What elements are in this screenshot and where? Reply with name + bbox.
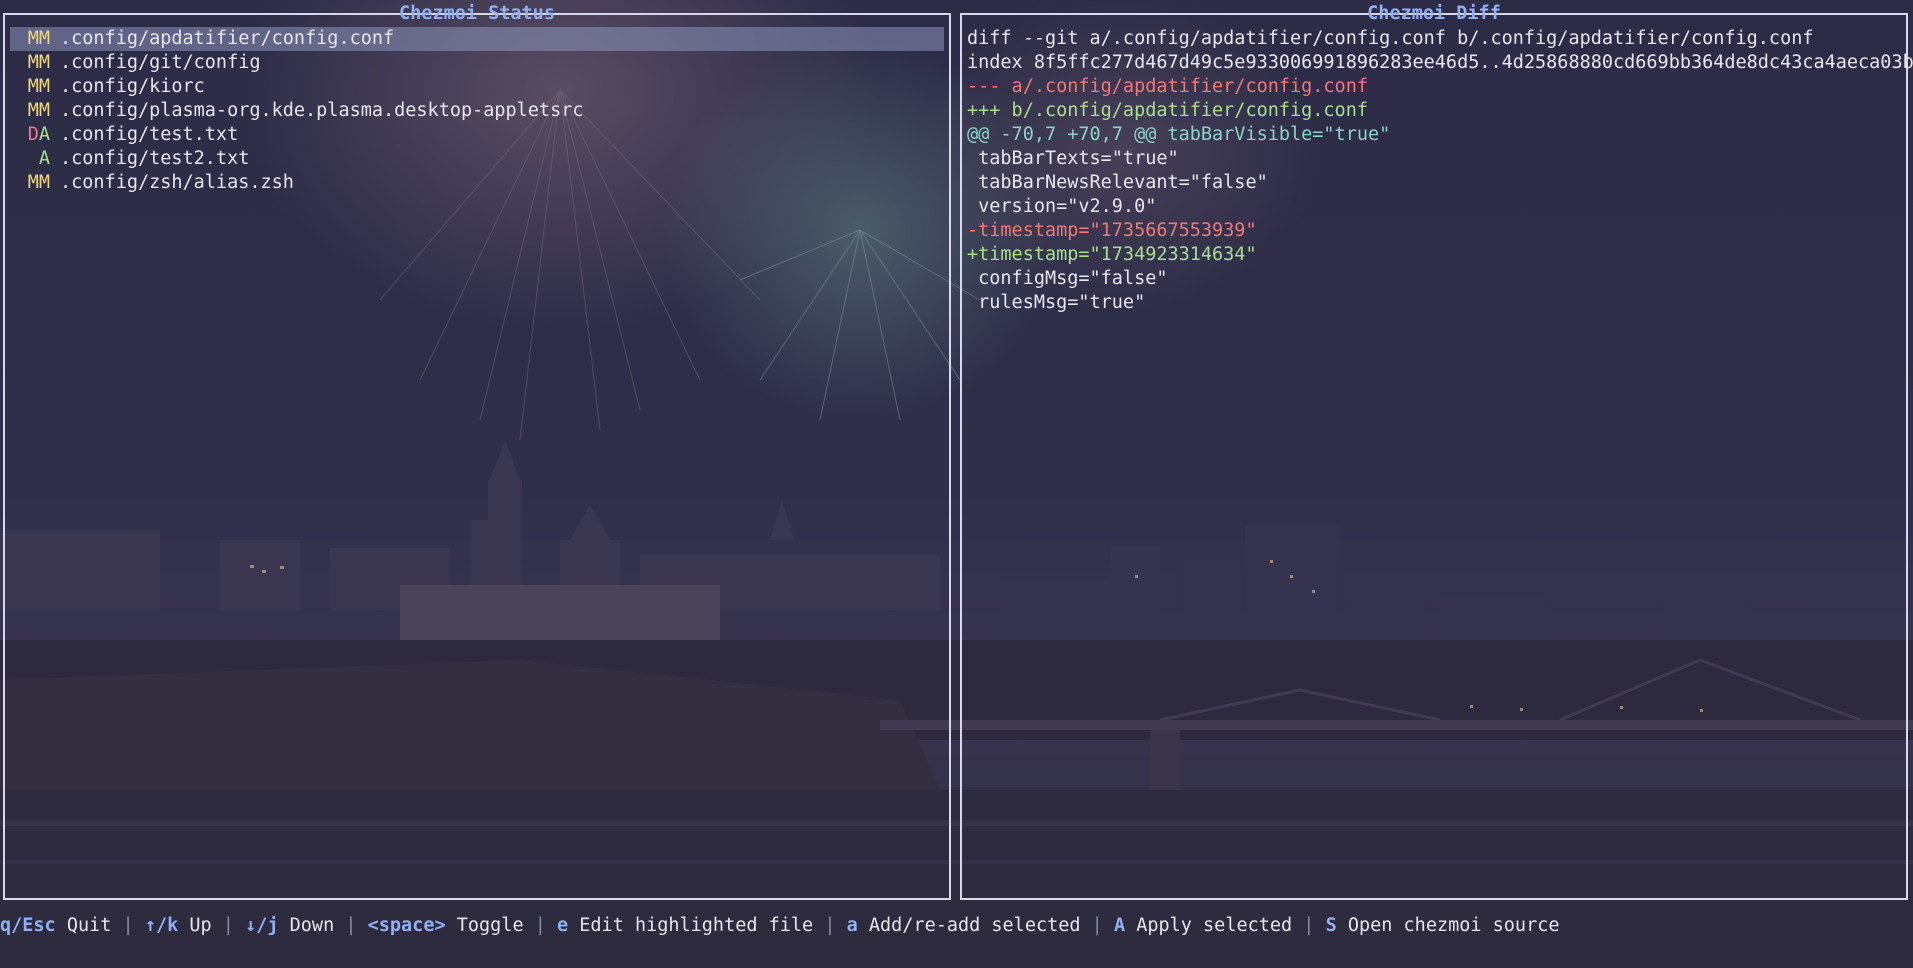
diff-line-ctx: tabBarNewsRelevant="false" <box>967 172 1268 193</box>
keybinding-key: S <box>1325 915 1337 936</box>
diff-content: diff --git a/.config/apdatifier/config.c… <box>967 27 1913 315</box>
status-code-target: M <box>38 28 50 49</box>
diff-line-plus: +++ b/.config/apdatifier/config.conf <box>967 100 1368 121</box>
status-code-target: M <box>38 52 50 73</box>
status-file-row[interactable]: MM .config/git/config <box>10 51 944 75</box>
diff-line-minus: --- a/.config/apdatifier/config.conf <box>967 76 1368 97</box>
keybinding-key: ↓/j <box>245 915 279 936</box>
status-file-row[interactable]: DA .config/test.txt <box>10 123 944 147</box>
status-code-target: M <box>38 76 50 97</box>
status-file-row[interactable]: MM .config/plasma-org.kde.plasma.desktop-… <box>10 99 944 123</box>
status-file-path: .config/test.txt <box>60 124 239 145</box>
status-file-path: .config/git/config <box>60 52 261 73</box>
status-file-row[interactable]: MM .config/zsh/alias.zsh <box>10 171 944 195</box>
status-code-target: M <box>38 100 50 121</box>
keybinding-description: Add/re-add selected <box>868 915 1081 936</box>
diff-line-plus: +timestamp="1734923314634" <box>967 244 1257 265</box>
status-file-row[interactable]: A .config/test2.txt <box>10 147 944 171</box>
diff-pane-title-bar: Chezmoi Diff <box>962 2 1906 26</box>
keybinding-separator: | <box>1292 915 1326 936</box>
diff-line-ctx: version="v2.9.0" <box>967 196 1157 217</box>
keybinding-separator: | <box>523 915 557 936</box>
status-code: MM <box>10 27 60 51</box>
status-file-path: .config/plasma-org.kde.plasma.desktop-ap… <box>60 100 584 121</box>
status-code: MM <box>10 171 60 195</box>
status-code: A <box>10 147 60 171</box>
keybinding-key: <space> <box>367 915 446 936</box>
keybinding-separator: | <box>334 915 368 936</box>
status-pane-title: Chezmoi Status <box>399 3 555 24</box>
status-code-source: M <box>27 100 39 121</box>
diff-line-hunk: @@ -70,7 +70,7 @@ tabBarVisible="true" <box>967 124 1391 145</box>
diff-line-ctx: rulesMsg="true" <box>967 292 1146 313</box>
keybinding-separator: | <box>1080 915 1114 936</box>
keybinding-key: A <box>1113 915 1126 936</box>
status-code: MM <box>10 51 60 75</box>
diff-line-header: diff --git a/.config/apdatifier/config.c… <box>967 28 1814 49</box>
diff-line-header: index 8f5ffc277d467d49c5e933006991896283… <box>967 52 1913 73</box>
keybinding-separator: | <box>211 915 246 936</box>
status-pane: Chezmoi Status MM .config/apdatifier/conf… <box>3 3 951 900</box>
keybinding-key: q/Esc <box>0 915 56 936</box>
keybinding-description: Apply selected <box>1136 915 1293 936</box>
status-code-target: A <box>38 148 50 169</box>
status-code-source: M <box>27 28 39 49</box>
keybinding-key: ↑/k <box>144 915 179 936</box>
status-file-path: .config/zsh/alias.zsh <box>60 172 294 193</box>
keybinding-description: Quit <box>66 915 112 936</box>
diff-pane-title: Chezmoi Diff <box>1367 3 1501 24</box>
status-code-source: D <box>27 124 39 145</box>
status-code-target: M <box>38 172 50 193</box>
status-code-source: M <box>27 76 39 97</box>
status-code-target: A <box>38 124 50 145</box>
status-file-row[interactable]: MM .config/apdatifier/config.conf <box>10 27 944 51</box>
status-file-path: .config/apdatifier/config.conf <box>60 28 395 49</box>
status-pane-title-bar: Chezmoi Status <box>5 2 949 26</box>
keybinding-description: Up <box>189 915 212 936</box>
diff-line-ctx: configMsg="false" <box>967 268 1168 289</box>
keybinding-description: Open chezmoi source <box>1347 915 1560 936</box>
diff-pane: Chezmoi Diff diff --git a/.config/apdati… <box>960 3 1913 900</box>
status-code: DA <box>10 123 60 147</box>
status-code-source: M <box>27 172 39 193</box>
status-code: MM <box>10 99 60 123</box>
keybinding-key: a <box>846 915 858 936</box>
status-file-path: .config/kiorc <box>60 76 205 97</box>
status-code-source: M <box>27 52 39 73</box>
status-code-source <box>28 148 39 169</box>
keybinding-key: e <box>557 915 569 936</box>
keybinding-description: Down <box>289 915 335 936</box>
keybinding-bar: q/Esc Quit | ↑/k Up | ↓/j Down | <space>… <box>0 913 1559 939</box>
keybinding-separator: | <box>111 915 145 936</box>
keybinding-description: Edit highlighted file <box>579 915 814 936</box>
keybinding-separator: | <box>813 915 847 936</box>
diff-line-minus: -timestamp="1735667553939" <box>967 220 1257 241</box>
status-code: MM <box>10 75 60 99</box>
status-file-path: .config/test2.txt <box>60 148 250 169</box>
keybinding-description: Toggle <box>456 915 524 936</box>
status-file-list: MM .config/apdatifier/config.conf MM .confi… <box>10 27 944 195</box>
status-file-row[interactable]: MM .config/kiorc <box>10 75 944 99</box>
diff-line-ctx: tabBarTexts="true" <box>967 148 1179 169</box>
